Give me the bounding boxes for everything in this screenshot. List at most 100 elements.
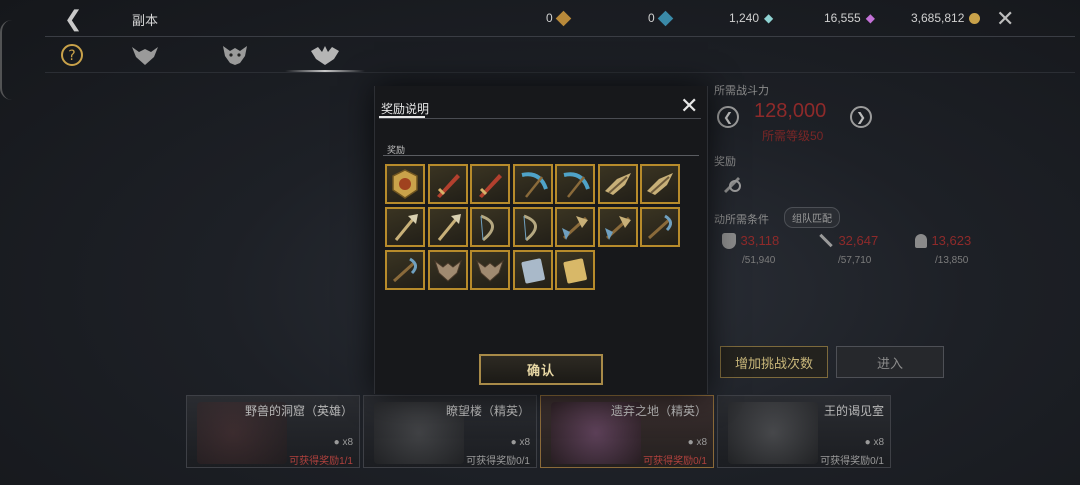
currency-gold-crate: 0: [546, 10, 571, 26]
dungeon-card[interactable]: 瞭望楼（精英） ● x8 可获得奖励0/1: [363, 395, 537, 468]
currency-value: 0: [648, 11, 655, 25]
tab-winged-demon[interactable]: [305, 42, 345, 68]
reward-item-slot[interactable]: [640, 207, 680, 247]
help-icon: ?: [61, 44, 83, 66]
shield-icon: [722, 232, 736, 249]
recurve-bow-icon: [480, 214, 494, 242]
reward-item-slot[interactable]: [512, 250, 553, 290]
stat-value: 32,647: [838, 233, 879, 248]
reward-item-slot[interactable]: [470, 250, 510, 290]
back-arrow-icon[interactable]: ❮: [64, 6, 82, 32]
tab-demon[interactable]: [215, 42, 255, 68]
reward-item-slot[interactable]: [427, 164, 468, 204]
reward-label: 奖励: [714, 156, 736, 168]
svg-text:?: ?: [68, 48, 75, 64]
dungeon-name: 野兽的洞窟（英雄）: [244, 404, 353, 418]
currency-blue-crate: 0: [648, 10, 673, 26]
party-count: ● x8: [334, 437, 353, 448]
team-match-tag[interactable]: 组队匹配: [784, 207, 840, 228]
red-sword-icon: [436, 174, 460, 198]
reward-progress: 可获得奖励0/1: [466, 456, 530, 467]
reward-item-slot[interactable]: [597, 207, 638, 247]
required-power-label: 所需战斗力: [714, 85, 769, 97]
chevron-left-icon: ❮: [722, 110, 734, 124]
reward-item-slot[interactable]: [470, 207, 510, 247]
ornate-staff-icon: [394, 214, 418, 241]
chevron-right-icon: ❯: [855, 110, 867, 124]
beast-mask-icon: [132, 47, 158, 65]
reward-item-slot[interactable]: [512, 207, 553, 247]
winged-blade-icon: [647, 173, 673, 195]
reward-item-slot[interactable]: [640, 164, 680, 204]
stat-value: 13,623: [931, 233, 972, 248]
dual-axe-icon: [562, 216, 588, 240]
close-icon[interactable]: ✕: [680, 95, 698, 117]
required-level: 所需等级50: [762, 129, 824, 143]
prev-difficulty-button[interactable]: ❮: [717, 106, 739, 128]
reward-progress: 可获得奖励1/1: [289, 456, 353, 467]
reward-item-slot[interactable]: [427, 207, 468, 247]
hooked-blade-icon: [647, 214, 672, 240]
close-icon[interactable]: ✕: [996, 6, 1014, 32]
gold-coin-icon: [969, 12, 981, 24]
hooked-blade-icon: [392, 257, 417, 283]
party-count: ● x8: [865, 437, 884, 448]
enter-button[interactable]: 进入: [836, 346, 944, 378]
reward-progress: 可获得奖励0/1: [643, 456, 707, 467]
stat-max: /57,710: [838, 255, 872, 266]
currency-value: 0: [546, 11, 553, 25]
required-power-value: 128,000: [754, 100, 827, 122]
tab-beast[interactable]: [125, 42, 165, 68]
party-count-value: x8: [696, 437, 707, 448]
reward-item-slot[interactable]: [385, 250, 425, 290]
currency-value: 3,685,812: [911, 11, 965, 25]
stat-accuracy: 13,623 /13,850: [915, 232, 971, 268]
reward-item-slot[interactable]: [555, 207, 595, 247]
gold-scroll-icon: [563, 258, 587, 284]
dungeon-name: 瞭望楼（精英）: [445, 404, 530, 418]
reward-item-slot[interactable]: [470, 164, 510, 204]
winged-demon-icon: [311, 46, 339, 65]
red-sword-icon: [479, 174, 502, 198]
next-difficulty-button[interactable]: ❯: [850, 106, 872, 128]
recurve-bow-icon: [522, 214, 537, 242]
currency-value: 1,240: [729, 11, 760, 25]
dungeon-art: [728, 402, 818, 464]
tab-help[interactable]: ?: [52, 42, 92, 68]
blue-crate-icon: [657, 10, 673, 26]
stat-max: /13,850: [935, 255, 969, 266]
stat-value: 33,118: [740, 233, 780, 248]
reward-item-slot[interactable]: [555, 250, 595, 290]
reward-item-slot[interactable]: [385, 164, 425, 204]
blue-scythe-icon: [521, 172, 548, 198]
reward-progress: 可获得奖励0/1: [820, 456, 884, 467]
purple-gem-icon: ◆: [865, 11, 875, 25]
reward-item-slot[interactable]: [385, 207, 425, 247]
condition-label: 动所需条件: [714, 214, 769, 226]
reward-item-slot[interactable]: [512, 164, 553, 204]
stat-max: /51,940: [742, 255, 776, 266]
party-count-value: x8: [342, 437, 353, 448]
lion-emblem-icon: [392, 169, 418, 199]
divider: [383, 155, 699, 156]
dungeon-name: 王的谒见室: [823, 404, 884, 418]
dungeon-card[interactable]: 野兽的洞窟（英雄） ● x8 可获得奖励1/1: [186, 395, 360, 468]
reward-item-slot[interactable]: [597, 164, 638, 204]
sword-icon: [819, 234, 833, 248]
gold-crate-icon: [555, 10, 571, 26]
person-icon: ●: [687, 437, 694, 448]
reward-item-icon[interactable]: [721, 172, 743, 194]
dungeon-card[interactable]: 王的谒见室 ● x8 可获得奖励0/1: [717, 395, 891, 468]
winged-blade-icon: [604, 173, 631, 195]
confirm-button[interactable]: 确认: [479, 354, 603, 385]
horned-helm-icon: [433, 259, 462, 282]
person-icon: ●: [864, 437, 871, 448]
reward-item-slot[interactable]: [427, 250, 468, 290]
dungeon-card-selected[interactable]: 遗弃之地（精英） ● x8 可获得奖励0/1: [540, 395, 714, 468]
reward-item-slot[interactable]: [555, 164, 595, 204]
stat-defense: 33,118 /51,940: [722, 232, 779, 268]
add-attempts-button[interactable]: 增加挑战次数: [720, 346, 828, 378]
diamond-icon: ◆: [764, 11, 774, 25]
person-icon: ●: [510, 437, 517, 448]
page-title: 副本: [132, 13, 159, 28]
